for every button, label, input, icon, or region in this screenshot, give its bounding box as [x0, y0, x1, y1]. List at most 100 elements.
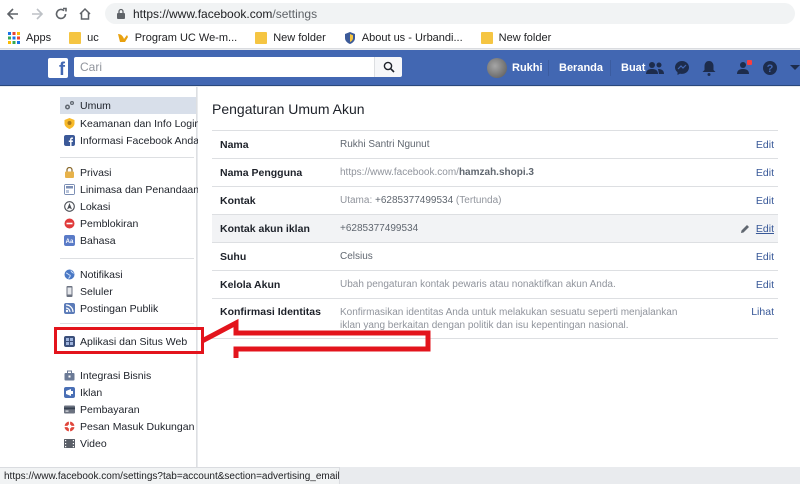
home-icon[interactable]: [74, 3, 96, 25]
home-label: Beranda: [559, 62, 604, 74]
sidebar-item-label: Bahasa: [80, 234, 116, 247]
rss-icon: [64, 303, 75, 314]
business-icon: [64, 370, 75, 381]
quick-help-icon[interactable]: [735, 59, 753, 77]
bookmark-new-folder-2[interactable]: New folder: [480, 31, 551, 44]
sidebar-item-label: Integrasi Bisnis: [80, 369, 152, 382]
sidebar-item-umum[interactable]: Umum: [60, 97, 196, 114]
sidebar-item-bahasa[interactable]: Aa Bahasa: [60, 233, 196, 248]
row-key: Kontak: [220, 194, 256, 207]
status-bar: https://www.facebook.com/settings?tab=ac…: [0, 467, 340, 484]
friend-requests-icon[interactable]: [646, 59, 664, 77]
sidebar-item-informasi-facebook[interactable]: Informasi Facebook Anda: [60, 133, 199, 148]
row-key: Nama Pengguna: [220, 166, 303, 179]
address-text: https://www.facebook.com/settings: [133, 7, 317, 21]
create-label: Buat: [621, 62, 646, 74]
search-input[interactable]: Cari: [74, 57, 374, 77]
edit-link[interactable]: Edit: [728, 139, 778, 151]
row-key: Nama: [220, 138, 249, 151]
settings-row-kelola-akun[interactable]: Kelola Akun Ubah pengaturan kontak pewar…: [212, 271, 778, 299]
bookmark-label: Apps: [26, 31, 52, 44]
settings-row-kontak[interactable]: Kontak Utama: +6285377499534 (Tertunda) …: [212, 187, 778, 215]
shield-icon: [344, 31, 355, 44]
sidebar-item-pesan-dukungan[interactable]: Pesan Masuk Dukungan: [60, 419, 196, 434]
row-value-prefix: https://www.facebook.com/: [340, 167, 459, 178]
create-link[interactable]: Buat: [600, 50, 645, 86]
nav-separator: [610, 60, 611, 76]
sidebar-item-label: Keamanan dan Info Login: [80, 117, 201, 130]
edit-link[interactable]: Edit: [728, 223, 778, 235]
edit-link[interactable]: Edit: [728, 167, 778, 179]
profile-name: Rukhi: [512, 62, 543, 74]
bookmark-apps[interactable]: Apps: [8, 31, 52, 44]
sidebar-item-pembayaran[interactable]: Pembayaran: [60, 402, 196, 417]
row-value: +6285377499534: [340, 222, 728, 235]
sidebar-item-lokasi[interactable]: Lokasi: [60, 199, 196, 214]
nav-separator: [548, 60, 549, 76]
globe-icon: [64, 269, 75, 280]
sidebar-divider: [60, 258, 194, 259]
lock-icon: [117, 8, 125, 19]
sidebar-item-label: Privasi: [80, 166, 112, 179]
row-key: Suhu: [220, 250, 247, 263]
location-icon: [64, 201, 75, 212]
sidebar-item-notifikasi[interactable]: Notifikasi: [60, 267, 196, 282]
bookmark-uc[interactable]: uc: [69, 31, 99, 44]
row-value: Rukhi Santri Ngunut: [340, 138, 728, 151]
avatar: [487, 58, 507, 78]
edit-link[interactable]: Edit: [728, 195, 778, 207]
row-value-text: +6285377499534: [340, 223, 419, 234]
folder-icon: [480, 31, 493, 44]
sidebar-item-label: Pembayaran: [80, 403, 140, 416]
row-value-text: Celsius: [340, 251, 373, 262]
sidebar-item-keamanan[interactable]: Keamanan dan Info Login: [60, 116, 200, 131]
back-icon[interactable]: [2, 3, 24, 25]
settings-row-kontak-iklan[interactable]: Kontak akun iklan +6285377499534 Edit: [212, 215, 778, 243]
sidebar-item-integrasi-bisnis[interactable]: Integrasi Bisnis: [60, 368, 196, 383]
settings-row-nama-pengguna[interactable]: Nama Pengguna https://www.facebook.com/h…: [212, 159, 778, 187]
facebook-logo[interactable]: f: [48, 58, 68, 78]
settings-row-suhu[interactable]: Suhu Celsius Edit: [212, 243, 778, 271]
search-placeholder: Cari: [80, 60, 103, 74]
home-link[interactable]: Beranda: [548, 50, 603, 86]
bookmark-new-folder-1[interactable]: New folder: [255, 31, 326, 44]
svg-text:Aa: Aa: [66, 239, 74, 245]
timeline-icon: [64, 184, 75, 195]
sidebar-item-label: Iklan: [80, 386, 103, 399]
search-button[interactable]: [374, 57, 402, 77]
row-value: https://www.facebook.com/hamzah.shopi.3: [340, 166, 728, 179]
sidebar-item-label: Pemblokiran: [80, 217, 139, 230]
sidebar-item-label: Seluler: [80, 285, 113, 298]
reload-icon[interactable]: [50, 3, 72, 25]
status-url: https://www.facebook.com/settings?tab=ac…: [4, 470, 340, 482]
row-value-text: Ubah pengaturan kontak pewaris atau nona…: [340, 279, 616, 290]
account-menu-icon[interactable]: [786, 59, 800, 77]
forward-icon[interactable]: [26, 3, 48, 25]
badge-icon: [64, 118, 75, 129]
url-host: https://www.facebook.com: [133, 6, 273, 21]
sidebar-item-video[interactable]: Video: [60, 436, 196, 451]
row-value-phone: +6285377499534: [375, 195, 454, 206]
sidebar-item-postingan-publik[interactable]: Postingan Publik: [60, 301, 196, 316]
edit-link[interactable]: Edit: [728, 279, 778, 291]
address-bar[interactable]: https://www.facebook.com/settings: [105, 3, 795, 24]
gear-icon: [65, 101, 74, 110]
help-icon[interactable]: ?: [761, 59, 779, 77]
sidebar-item-iklan[interactable]: Iklan: [60, 385, 196, 400]
sidebar-item-seluler[interactable]: Seluler: [60, 284, 196, 299]
bookmark-about-us[interactable]: About us - Urbandi...: [344, 31, 463, 44]
messenger-icon[interactable]: [673, 59, 691, 77]
sidebar-item-privasi[interactable]: Privasi: [60, 165, 196, 180]
notifications-icon[interactable]: [700, 59, 718, 77]
bookmarks-bar: Apps uc Program UC We-m... New folder Ab…: [0, 27, 800, 49]
bookmark-program-uc[interactable]: Program UC We-m...: [117, 32, 237, 44]
profile-link[interactable]: Rukhi: [487, 50, 543, 86]
sidebar-item-linimasa[interactable]: Linimasa dan Penandaan: [60, 182, 199, 197]
settings-row-nama[interactable]: Nama Rukhi Santri Ngunut Edit: [212, 131, 778, 159]
row-value-username: hamzah.shopi.3: [458, 167, 534, 178]
view-link[interactable]: Lihat: [728, 306, 778, 318]
bookmark-label: Program UC We-m...: [134, 31, 238, 44]
browser-toolbar: https://www.facebook.com/settings: [0, 0, 800, 27]
edit-link[interactable]: Edit: [728, 251, 778, 263]
sidebar-item-pemblokiran[interactable]: Pemblokiran: [60, 216, 196, 231]
